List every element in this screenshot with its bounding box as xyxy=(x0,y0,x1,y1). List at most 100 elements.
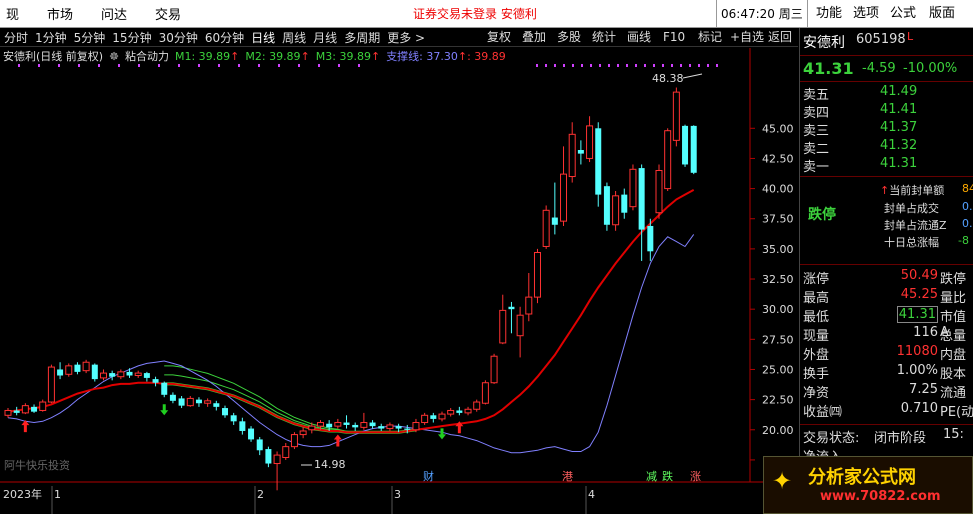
candle-body xyxy=(161,382,168,395)
band-line xyxy=(164,382,417,434)
candle-body xyxy=(412,422,420,431)
candle-body xyxy=(395,426,402,429)
ask-level-4[interactable]: 卖四 41.41 xyxy=(800,102,973,121)
event-tag-finance[interactable]: 财 xyxy=(423,469,434,483)
candle-body xyxy=(65,365,73,375)
limit-status: 跌停 xyxy=(808,207,836,223)
ask-level-3[interactable]: 卖三 41.37 xyxy=(800,120,973,139)
m1-line xyxy=(7,189,695,434)
candle-body xyxy=(438,413,446,420)
candle-body xyxy=(499,309,507,344)
candle-body xyxy=(525,296,533,315)
candle-body xyxy=(57,369,64,376)
candle-body xyxy=(682,125,689,165)
axis-month-1: 1 xyxy=(54,488,61,501)
signal-dot xyxy=(617,64,619,67)
menu-item-function[interactable]: 功能 xyxy=(816,0,842,28)
menu-item-market[interactable]: 市场 xyxy=(47,4,73,23)
period-tab-60min[interactable]: 60分钟 xyxy=(205,29,244,46)
seal-vs-float-value: 0. xyxy=(962,217,973,230)
signal-dot xyxy=(98,64,100,67)
m2-value: M2: 39.89 xyxy=(245,49,301,63)
ask-level-1[interactable]: 卖一 41.31 xyxy=(800,156,973,175)
overlay-button[interactable]: 叠加 xyxy=(522,28,546,47)
candle-body xyxy=(508,306,515,310)
indicator-name[interactable]: 粘合动力 xyxy=(125,48,169,64)
period-tab-5min[interactable]: 5分钟 xyxy=(74,29,106,46)
period-tab-daily[interactable]: 日线 xyxy=(251,29,275,46)
period-tab-30min[interactable]: 30分钟 xyxy=(159,29,198,46)
signal-dot xyxy=(707,64,709,67)
stat-label: PE(动 xyxy=(940,405,973,420)
signal-dot xyxy=(38,64,40,67)
support-value: 支撑线: 37.30 xyxy=(386,50,458,63)
event-tag-rise[interactable]: 涨 xyxy=(690,470,701,483)
indicator-settings-icon[interactable]: ☸ xyxy=(109,50,119,63)
watermark: 阿牛快乐投资 xyxy=(4,458,70,472)
candle-body xyxy=(273,454,281,465)
candle-body xyxy=(308,425,316,431)
candle-body xyxy=(186,397,194,407)
candle-body xyxy=(178,398,185,406)
candle-body xyxy=(282,446,290,459)
candle-body xyxy=(516,314,524,337)
clock: 06:47:20 周三 xyxy=(716,0,808,28)
stat-label: 现量 xyxy=(803,329,830,344)
period-tab-weekly[interactable]: 周线 xyxy=(282,29,306,46)
period-tab-multi[interactable]: 多周期 xyxy=(344,29,380,46)
menu-item-wenda[interactable]: 问达 xyxy=(101,4,127,23)
stat-row: 涨停 50.49 跌停 xyxy=(800,268,973,287)
draw-line-button[interactable]: 画线 xyxy=(627,28,651,47)
stat-value: 50.49 xyxy=(900,268,938,283)
signal-dot xyxy=(58,64,60,67)
price-tick-label: 20.00 xyxy=(762,424,794,437)
signal-dot xyxy=(278,64,280,67)
event-tag-hk[interactable]: 港 xyxy=(562,470,573,483)
candle-body xyxy=(334,422,342,427)
event-tag-reduce[interactable]: 减 xyxy=(646,470,657,483)
candle-body xyxy=(126,371,133,376)
statistics-button[interactable]: 统计 xyxy=(592,28,616,47)
stat-row: 现量 116 总量 xyxy=(800,325,973,344)
back-button[interactable]: 返回 xyxy=(768,28,792,47)
stat-label: 换手 xyxy=(803,367,830,382)
candle-body xyxy=(152,379,159,383)
price-change: -4.59 xyxy=(862,61,896,76)
f10-button[interactable]: F10 xyxy=(663,28,685,47)
kline-chart[interactable]: 45.00 42.50 40.00 37.50 35.00 32.50 30.00 27.50… xyxy=(0,48,798,514)
menu-item-layout[interactable]: 版面 xyxy=(929,0,955,28)
event-tag-drop[interactable]: 跌 xyxy=(662,469,673,483)
stat-value: 11080 xyxy=(896,344,938,359)
candle-body xyxy=(99,372,107,379)
period-tab-15min[interactable]: 15分钟 xyxy=(112,29,151,46)
ask-level-5[interactable]: 卖五 41.49 xyxy=(800,84,973,103)
candle-body xyxy=(456,410,463,413)
m3-value: M3: 39.89 xyxy=(315,49,371,63)
multi-stock-button[interactable]: 多股 xyxy=(557,28,581,47)
ask-level-2[interactable]: 卖二 41.32 xyxy=(800,138,973,157)
period-tab-1min[interactable]: 1分钟 xyxy=(35,29,67,46)
period-tab-monthly[interactable]: 月线 xyxy=(313,29,337,46)
signal-dot xyxy=(590,64,592,67)
add-watchlist-button[interactable]: +自选 xyxy=(730,28,764,47)
signal-dot xyxy=(680,64,682,67)
signal-dot xyxy=(238,64,240,67)
menu-item-trade[interactable]: 交易 xyxy=(155,4,181,23)
price-tick-label: 30.00 xyxy=(762,303,794,316)
menu-item-formula[interactable]: 公式 xyxy=(890,0,916,28)
candle-body xyxy=(586,125,594,159)
m2-arrow: ↑ xyxy=(300,49,310,63)
price-change-pct: -10.00% xyxy=(903,61,958,76)
period-tab-timeshare[interactable]: 分时 xyxy=(4,29,28,46)
stat-label: 收益㈣ xyxy=(803,405,843,420)
adjust-button[interactable]: 复权 xyxy=(487,28,511,47)
login-warning[interactable]: 证券交易未登录 安德利 xyxy=(413,5,537,22)
period-tab-more[interactable]: 更多 > xyxy=(387,29,425,46)
menu-item-options[interactable]: 选项 xyxy=(853,0,879,28)
candle-body xyxy=(595,128,602,195)
candle-body xyxy=(82,361,90,372)
mark-button[interactable]: 标记 xyxy=(698,28,722,47)
candle-body xyxy=(447,409,455,415)
menu-item-now[interactable]: 现 xyxy=(6,4,19,23)
signal-dot xyxy=(158,64,160,67)
